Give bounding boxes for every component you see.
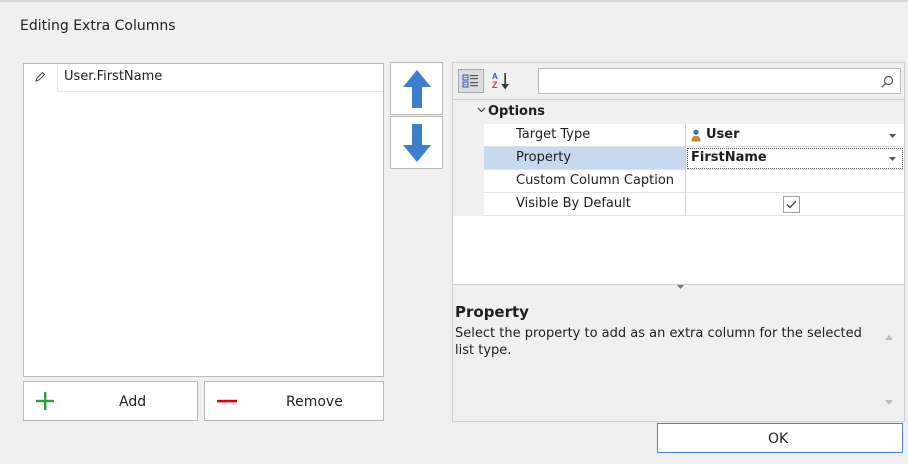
arrow-down-icon (403, 124, 431, 162)
visible-by-default-checkbox[interactable] (783, 196, 800, 213)
description-title: Property (455, 303, 529, 321)
scroll-down-icon[interactable] (879, 393, 899, 411)
dropdown-arrow-icon[interactable] (889, 134, 896, 138)
row-divider (58, 91, 383, 92)
window-top-edge (0, 0, 908, 2)
categorized-view-button[interactable] (458, 69, 484, 93)
property-grid: A Z Options Target Type User Property Fi… (452, 62, 905, 422)
property-grid-rows: Options Target Type User Property FirstN… (453, 99, 904, 285)
property-value-cell[interactable]: FirstName (686, 147, 904, 170)
add-button-label: Add (119, 394, 147, 410)
dropdown-arrow-icon[interactable] (889, 157, 896, 161)
svg-text:Z: Z (492, 80, 498, 90)
property-name: Visible By Default (516, 196, 631, 211)
chevron-down-icon (477, 107, 486, 113)
list-item-label: User.FirstName (64, 69, 163, 84)
category-label: Options (488, 104, 545, 119)
row-gutter (453, 170, 484, 193)
remove-button[interactable]: Remove (204, 381, 384, 421)
ok-button-label: OK (768, 431, 789, 447)
edit-cell[interactable] (24, 64, 58, 92)
property-value: FirstName (691, 150, 767, 165)
property-value: User (706, 127, 740, 142)
property-name: Property (516, 150, 572, 165)
property-value-cell (686, 193, 904, 216)
pencil-icon (35, 71, 46, 82)
dialog-title: Editing Extra Columns (20, 18, 176, 34)
property-name-cell: Visible By Default (484, 193, 686, 216)
property-row-visible-by-default[interactable]: Visible By Default (453, 193, 904, 216)
extra-columns-list[interactable]: User.FirstName (23, 63, 384, 377)
categorized-icon (462, 74, 478, 88)
row-gutter (453, 193, 484, 216)
property-name-cell: Property (484, 147, 686, 170)
splitter-arrow-icon[interactable] (677, 285, 684, 289)
property-value-input[interactable] (686, 170, 904, 193)
property-name-cell: Target Type (484, 124, 686, 147)
sort-az-icon: A Z (492, 72, 509, 90)
property-name-cell: Custom Column Caption (484, 170, 686, 193)
move-down-button[interactable] (390, 116, 443, 169)
remove-button-label: Remove (286, 394, 343, 410)
alphabetical-view-button[interactable]: A Z (488, 69, 514, 93)
ok-button[interactable]: OK (657, 423, 903, 453)
list-item[interactable]: User.FirstName (24, 64, 383, 92)
user-icon (691, 129, 701, 142)
plus-icon (36, 392, 54, 410)
arrow-up-icon (403, 70, 431, 108)
row-gutter (453, 147, 484, 170)
search-icon (881, 75, 894, 88)
property-search-input[interactable] (538, 68, 901, 94)
property-name: Custom Column Caption (516, 173, 675, 188)
property-row-custom-caption[interactable]: Custom Column Caption (453, 170, 904, 193)
property-value-cell[interactable]: User (686, 124, 904, 147)
row-gutter (453, 124, 484, 147)
description-text: Select the property to add as an extra c… (455, 326, 862, 358)
minus-icon (217, 399, 237, 403)
add-button[interactable]: Add (23, 381, 198, 421)
move-up-button[interactable] (390, 62, 443, 115)
property-row-property[interactable]: Property FirstName (453, 147, 904, 170)
scroll-up-icon[interactable] (879, 329, 899, 347)
property-name: Target Type (516, 127, 591, 142)
property-row-target-type[interactable]: Target Type User (453, 124, 904, 147)
category-row-options[interactable]: Options (453, 100, 904, 124)
checkmark-icon (786, 200, 797, 209)
